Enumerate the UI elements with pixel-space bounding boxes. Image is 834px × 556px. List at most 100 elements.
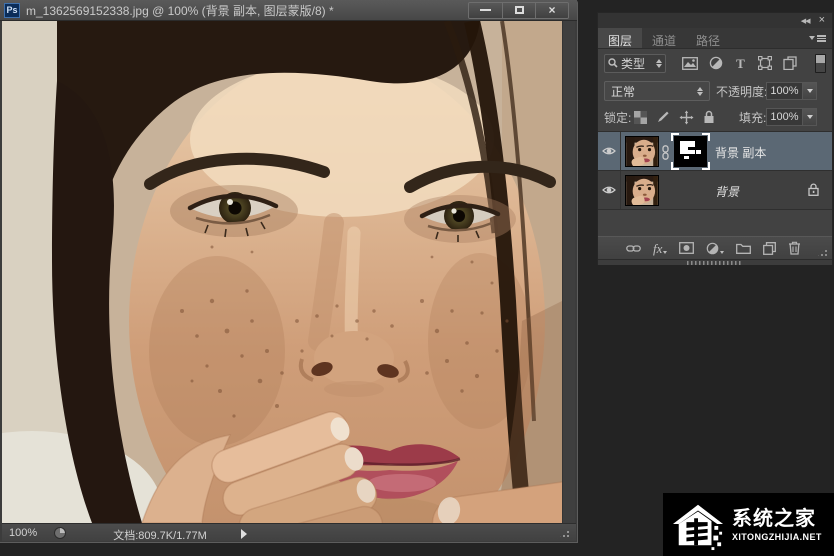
layer-name[interactable]: 背景 <box>715 183 739 200</box>
chevron-down-icon <box>720 250 725 254</box>
photoshop-app-icon: Ps <box>4 2 20 18</box>
layer-filter-row: 类型 T <box>598 51 832 75</box>
document-window: Ps m_1362569152338.jpg @ 100% (背景 副本, 图层… <box>0 0 578 543</box>
panel-resize-grip[interactable] <box>816 245 830 258</box>
layer-thumbnail[interactable] <box>625 175 659 206</box>
eye-icon <box>602 147 616 155</box>
portrait-photo <box>2 21 562 523</box>
search-icon <box>608 58 618 68</box>
layer-row-background[interactable]: 背景 <box>598 171 832 210</box>
new-adjustment-layer-button[interactable] <box>706 242 725 255</box>
chevron-down-icon <box>663 250 668 254</box>
blend-mode-value: 正常 <box>611 84 636 99</box>
layers-list: 背景 副本 背景 <box>598 131 832 210</box>
filter-type-icons: T <box>682 56 797 70</box>
window-resize-grip[interactable] <box>558 526 573 539</box>
opacity-dropdown-button[interactable] <box>803 82 817 100</box>
opacity-label: 不透明度: <box>716 84 768 99</box>
document-size-info: 文档:809.7K/1.77M <box>113 530 207 542</box>
filter-kind-label: 类型 <box>621 56 646 71</box>
filter-kind-select[interactable]: 类型 <box>604 53 666 73</box>
chevron-down-icon <box>806 89 813 93</box>
mask-selection-corner <box>702 133 710 141</box>
filter-smart-objects-icon[interactable] <box>783 56 797 70</box>
layer-mask-thumbnail[interactable] <box>671 133 710 170</box>
watermark-site-name: 系统之家 <box>732 507 816 530</box>
link-layers-button[interactable] <box>626 244 641 253</box>
close-button[interactable]: × <box>535 2 568 18</box>
status-disk-icon <box>54 527 66 539</box>
fill-value-field[interactable]: 100% <box>766 108 803 126</box>
tab-layers[interactable]: 图层 <box>598 28 643 48</box>
spinner-arrows-icon <box>656 58 662 68</box>
filter-pixel-layers-icon[interactable] <box>682 56 698 70</box>
panel-header-bar: ◀◀ × <box>598 13 832 28</box>
layer-name[interactable]: 背景 副本 <box>715 144 766 161</box>
status-flyout-button[interactable] <box>238 528 250 539</box>
filter-on-off-toggle[interactable] <box>815 53 826 73</box>
filter-shape-layers-icon[interactable] <box>758 56 772 70</box>
lock-all-padlock-icon[interactable] <box>703 110 715 124</box>
layers-panel: ◀◀ × 图层 通道 路径 类型 T 正常 不透明度: 100% 锁定: 填充:… <box>597 12 833 265</box>
svg-text:T: T <box>736 57 745 70</box>
flyout-arrow-icon <box>241 528 247 539</box>
window-controls: × <box>468 1 569 19</box>
eye-icon <box>602 186 616 194</box>
mask-selection-corner <box>671 162 679 170</box>
lock-position-move-icon[interactable] <box>679 110 694 125</box>
blend-mode-select[interactable]: 正常 <box>604 81 710 101</box>
maximize-button[interactable] <box>502 2 535 18</box>
layer-locked-icon <box>808 183 819 201</box>
vertical-scrollbar[interactable] <box>562 21 575 523</box>
xitongzhijia-logo-icon <box>672 504 724 550</box>
document-title: m_1362569152338.jpg @ 100% (背景 副本, 图层蒙版/… <box>26 3 334 18</box>
fx-label: fx <box>653 240 663 256</box>
panel-close-icon[interactable]: × <box>819 15 825 26</box>
menu-lines <box>817 35 826 42</box>
visibility-toggle[interactable] <box>598 132 621 170</box>
maximize-icon <box>514 6 524 14</box>
site-watermark: 系统之家 XITONGZHIJIA.NET <box>663 493 834 556</box>
tab-channels[interactable]: 通道 <box>642 28 686 48</box>
panel-tab-bar: 图层 通道 路径 <box>598 28 832 49</box>
canvas-area[interactable] <box>2 21 562 523</box>
document-titlebar[interactable]: Ps m_1362569152338.jpg @ 100% (背景 副本, 图层… <box>0 0 577 21</box>
document-statusbar: 100% 文档:809.7K/1.77M <box>2 523 576 542</box>
mask-link-icon[interactable] <box>661 145 670 165</box>
panel-drag-handle[interactable] <box>598 259 832 265</box>
close-icon: × <box>548 3 556 17</box>
spinner-arrows-icon <box>697 86 703 96</box>
new-group-folder-button[interactable] <box>736 242 752 254</box>
delete-layer-trash-button[interactable] <box>788 241 801 255</box>
minimize-button[interactable] <box>469 2 502 18</box>
fill-dropdown-button[interactable] <box>803 108 817 126</box>
menu-triangle <box>809 36 815 41</box>
layer-thumbnail[interactable] <box>625 136 659 167</box>
mask-selection-corner <box>702 162 710 170</box>
lock-transparency-icon[interactable] <box>634 110 647 124</box>
new-layer-button[interactable] <box>763 241 777 255</box>
chevron-down-icon <box>806 115 813 119</box>
fill-label: 填充: <box>739 110 767 125</box>
add-layer-mask-button[interactable] <box>679 242 695 254</box>
watermark-site-url: XITONGZHIJIA.NET <box>732 531 822 542</box>
lock-row: 锁定: 填充: 100% <box>598 105 832 129</box>
visibility-toggle[interactable] <box>598 171 621 209</box>
mask-selection-corner <box>671 133 679 141</box>
lock-pixels-brush-icon[interactable] <box>656 110 670 124</box>
filter-type-layers-icon[interactable]: T <box>734 57 747 70</box>
blend-mode-row: 正常 不透明度: 100% <box>598 79 832 103</box>
drag-dots-icon <box>687 261 743 265</box>
filter-adjustment-layers-icon[interactable] <box>709 56 723 70</box>
panel-menu-icon[interactable] <box>809 35 826 42</box>
opacity-value-field[interactable]: 100% <box>766 82 803 100</box>
lock-buttons <box>634 110 715 125</box>
collapse-panel-icon[interactable]: ◀◀ <box>801 17 811 25</box>
lock-label: 锁定: <box>604 110 632 125</box>
tab-paths[interactable]: 路径 <box>686 28 730 48</box>
layers-panel-toolbar: fx <box>598 236 832 259</box>
zoom-level-field[interactable]: 100% <box>9 527 37 539</box>
minimize-icon <box>480 9 491 11</box>
layer-row-background-copy[interactable]: 背景 副本 <box>598 132 832 171</box>
layer-style-fx-button[interactable]: fx <box>653 240 668 256</box>
